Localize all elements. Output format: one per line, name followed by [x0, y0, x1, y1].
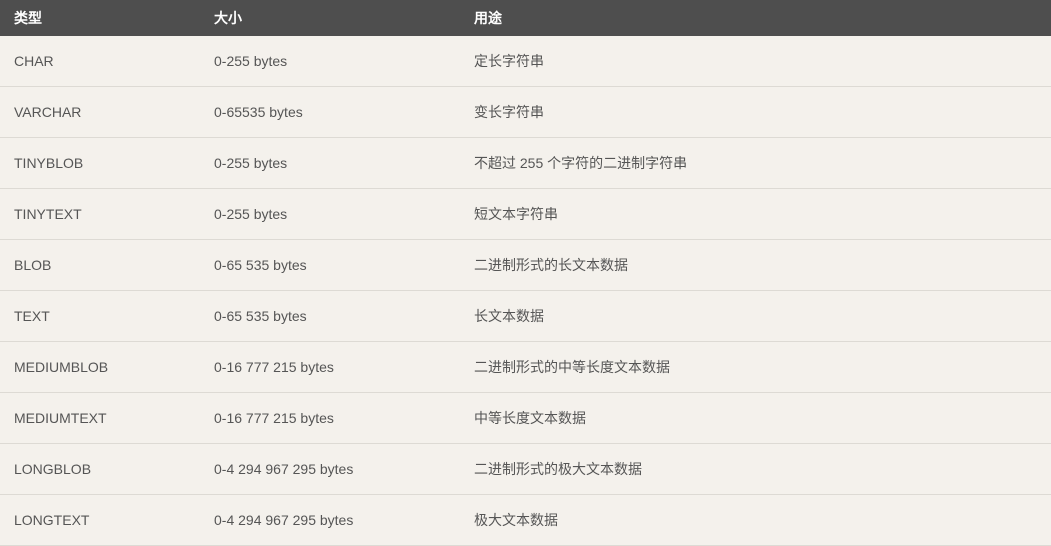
cell-type: LONGBLOB: [0, 444, 200, 495]
table-body: CHAR 0-255 bytes 定长字符串 VARCHAR 0-65535 b…: [0, 36, 1051, 546]
cell-size: 0-4 294 967 295 bytes: [200, 444, 460, 495]
cell-usage: 短文本字符串: [460, 189, 1051, 240]
cell-type: VARCHAR: [0, 87, 200, 138]
table-row: BLOB 0-65 535 bytes 二进制形式的长文本数据: [0, 240, 1051, 291]
cell-type: TINYTEXT: [0, 189, 200, 240]
table-row: TEXT 0-65 535 bytes 长文本数据: [0, 291, 1051, 342]
cell-size: 0-255 bytes: [200, 189, 460, 240]
cell-size: 0-255 bytes: [200, 36, 460, 87]
cell-usage: 长文本数据: [460, 291, 1051, 342]
table-row: MEDIUMBLOB 0-16 777 215 bytes 二进制形式的中等长度…: [0, 342, 1051, 393]
cell-type: MEDIUMBLOB: [0, 342, 200, 393]
cell-usage: 中等长度文本数据: [460, 393, 1051, 444]
header-type: 类型: [0, 0, 200, 36]
cell-type: TINYBLOB: [0, 138, 200, 189]
cell-size: 0-16 777 215 bytes: [200, 342, 460, 393]
cell-usage: 极大文本数据: [460, 495, 1051, 546]
cell-usage: 不超过 255 个字符的二进制字符串: [460, 138, 1051, 189]
table-row: CHAR 0-255 bytes 定长字符串: [0, 36, 1051, 87]
table-row: TINYTEXT 0-255 bytes 短文本字符串: [0, 189, 1051, 240]
cell-size: 0-255 bytes: [200, 138, 460, 189]
cell-type: BLOB: [0, 240, 200, 291]
table-row: MEDIUMTEXT 0-16 777 215 bytes 中等长度文本数据: [0, 393, 1051, 444]
cell-type: MEDIUMTEXT: [0, 393, 200, 444]
data-types-table: 类型 大小 用途 CHAR 0-255 bytes 定长字符串 VARCHAR …: [0, 0, 1051, 546]
header-size: 大小: [200, 0, 460, 36]
table-row: TINYBLOB 0-255 bytes 不超过 255 个字符的二进制字符串: [0, 138, 1051, 189]
cell-usage: 二进制形式的中等长度文本数据: [460, 342, 1051, 393]
cell-type: CHAR: [0, 36, 200, 87]
cell-size: 0-16 777 215 bytes: [200, 393, 460, 444]
table-row: VARCHAR 0-65535 bytes 变长字符串: [0, 87, 1051, 138]
cell-type: LONGTEXT: [0, 495, 200, 546]
cell-type: TEXT: [0, 291, 200, 342]
table-header-row: 类型 大小 用途: [0, 0, 1051, 36]
table-row: LONGBLOB 0-4 294 967 295 bytes 二进制形式的极大文…: [0, 444, 1051, 495]
cell-usage: 定长字符串: [460, 36, 1051, 87]
cell-usage: 二进制形式的长文本数据: [460, 240, 1051, 291]
cell-usage: 二进制形式的极大文本数据: [460, 444, 1051, 495]
cell-size: 0-65535 bytes: [200, 87, 460, 138]
cell-size: 0-65 535 bytes: [200, 240, 460, 291]
header-usage: 用途: [460, 0, 1051, 36]
cell-size: 0-65 535 bytes: [200, 291, 460, 342]
cell-size: 0-4 294 967 295 bytes: [200, 495, 460, 546]
cell-usage: 变长字符串: [460, 87, 1051, 138]
table-row: LONGTEXT 0-4 294 967 295 bytes 极大文本数据: [0, 495, 1051, 546]
